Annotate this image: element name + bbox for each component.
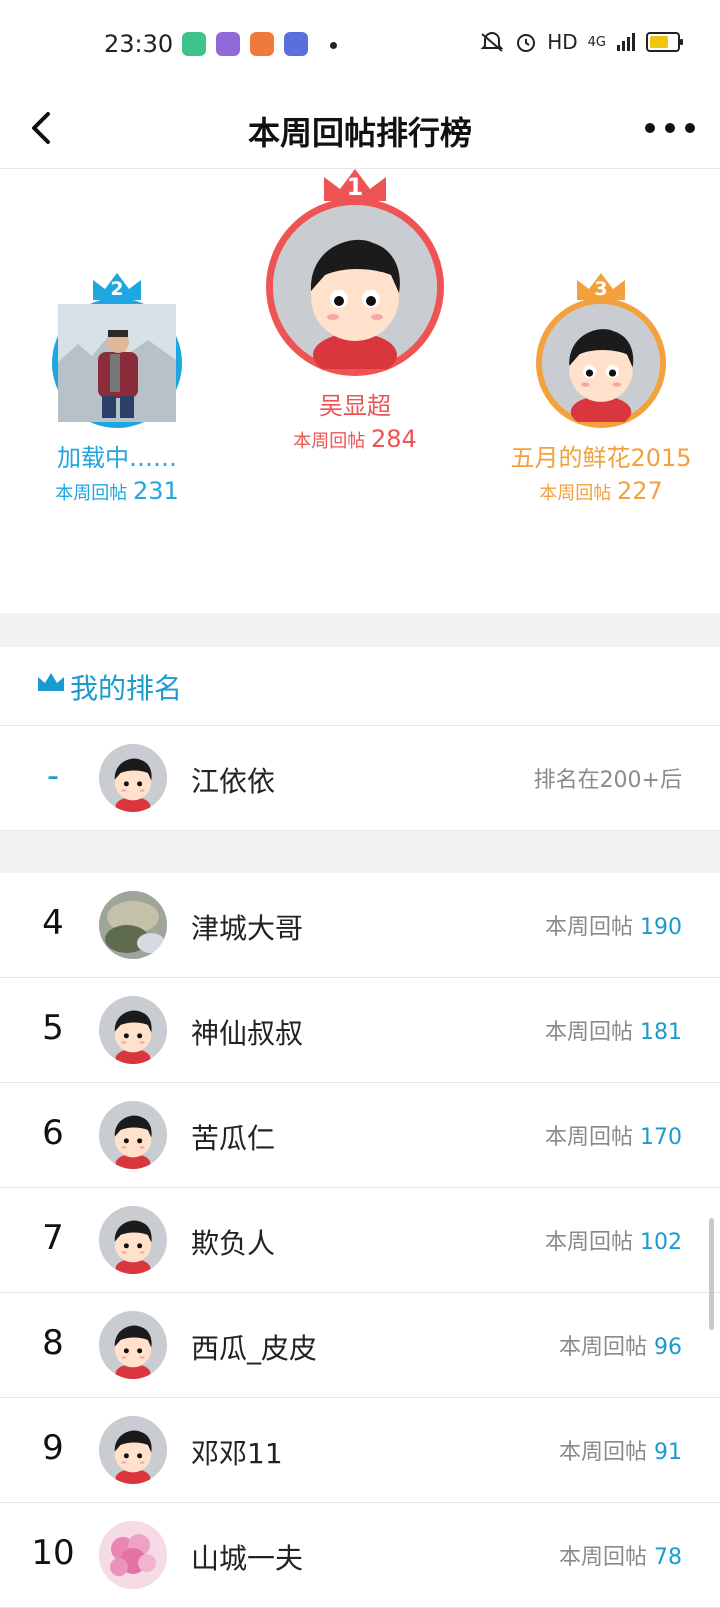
alarm-icon (517, 34, 536, 52)
rank-number: 6 (42, 1113, 64, 1153)
default-avatar (99, 1101, 167, 1169)
user-name: 津城大哥 (191, 912, 304, 945)
winner-name: 加载中…… (57, 444, 177, 472)
app-icon (182, 32, 206, 56)
post-count: 本周回帖 170 (544, 1125, 682, 1150)
post-count: 本周回帖 102 (544, 1230, 682, 1255)
default-avatar-face (273, 205, 437, 377)
post-count: 本周回帖 91 (558, 1440, 682, 1465)
rank-number: 7 (42, 1218, 64, 1258)
post-count: 本周回帖 78 (558, 1545, 682, 1570)
crown-icon: 3 (574, 270, 628, 304)
crown-icon: 2 (90, 270, 144, 304)
default-avatar (99, 1206, 167, 1274)
avatar: 3 (536, 273, 666, 428)
ranking-row[interactable]: 7 欺负人 本周回帖 102 (0, 1188, 720, 1293)
default-avatar (99, 1311, 167, 1379)
user-name: 江依依 (191, 765, 276, 798)
user-name: 神仙叔叔 (191, 1017, 304, 1050)
photo-avatar (58, 304, 176, 422)
crown-icon: 1 (320, 165, 390, 207)
signal-label: 4G (587, 34, 606, 50)
post-count: 本周回帖 96 (558, 1335, 682, 1360)
rank-number: 5 (42, 1008, 64, 1048)
ranking-row[interactable]: 10 山城一夫 本周回帖 78 (0, 1503, 720, 1608)
ranking-row[interactable]: 8 西瓜_皮皮 本周回帖 96 (0, 1293, 720, 1398)
user-name: 苦瓜仁 (191, 1122, 276, 1155)
page-title: 本周回帖排行榜 (247, 114, 472, 152)
user-name: 山城一夫 (191, 1542, 304, 1575)
podium-first[interactable]: 1 吴显超 本周回帖 284 (210, 166, 500, 453)
rank-status: 排名在200+后 (533, 768, 682, 793)
ranking-row[interactable]: 4 津城大哥 本周回帖 190 (0, 873, 720, 978)
notification-dot (330, 42, 337, 49)
crown-icon (38, 673, 64, 691)
user-name: 西瓜_皮皮 (191, 1332, 318, 1365)
winner-posts: 本周回帖 231 (55, 477, 179, 505)
page-header: 本周回帖排行榜 (0, 88, 720, 169)
winner-name: 五月的鲜花2015 (510, 444, 692, 472)
rank-number: 9 (42, 1428, 64, 1468)
default-avatar (99, 996, 167, 1064)
app-icon (250, 32, 274, 56)
avatar (99, 744, 167, 812)
my-rank-row[interactable]: - 江依依 排名在200+后 (0, 726, 720, 831)
winner-posts: 本周回帖 284 (293, 425, 417, 453)
winner-name: 吴显超 (319, 392, 391, 420)
avatar: 1 (266, 169, 444, 377)
rank-number: 8 (42, 1323, 64, 1363)
podium: 1 吴显超 本周回帖 284 2 加载中…… 本周回帖 231 3 五月的鲜花2… (0, 168, 720, 613)
status-time: 23:30 (104, 30, 174, 58)
rank-number: 4 (42, 903, 64, 943)
podium-second[interactable]: 2 加载中…… 本周回帖 231 (20, 268, 214, 505)
mute-icon (480, 32, 504, 52)
post-count: 本周回帖 190 (544, 915, 682, 940)
flower-avatar (99, 1521, 167, 1589)
more-options-icon[interactable] (642, 106, 698, 150)
signal-icon (617, 33, 635, 51)
rank-number: 10 (31, 1533, 75, 1573)
section-divider (0, 831, 720, 873)
default-avatar-face (542, 304, 660, 428)
winner-posts: 本周回帖 227 (539, 477, 663, 505)
status-bar: 23:30 HD 4G (0, 0, 720, 88)
ranking-row[interactable]: 9 邓邓11 本周回帖 91 (0, 1398, 720, 1503)
battery-icon (646, 32, 683, 52)
network-type: HD (547, 30, 578, 54)
section-divider (0, 613, 720, 647)
app-icon (216, 32, 240, 56)
rank-number: - (46, 756, 60, 796)
ranking-row[interactable]: 5 神仙叔叔 本周回帖 181 (0, 978, 720, 1083)
status-indicators: HD 4G (479, 30, 683, 54)
my-rank-header: 我的排名 (0, 647, 720, 726)
avatar: 2 (52, 273, 182, 428)
user-name: 邓邓11 (191, 1437, 283, 1470)
podium-third[interactable]: 3 五月的鲜花2015 本周回帖 227 (490, 268, 712, 505)
user-name: 欺负人 (191, 1227, 276, 1260)
default-avatar (99, 1416, 167, 1484)
photo-avatar (99, 891, 167, 959)
scrollbar[interactable] (709, 1218, 714, 1330)
app-icon (284, 32, 308, 56)
ranking-row[interactable]: 6 苦瓜仁 本周回帖 170 (0, 1083, 720, 1188)
post-count: 本周回帖 181 (544, 1020, 682, 1045)
my-rank-title: 我的排名 (70, 672, 183, 705)
